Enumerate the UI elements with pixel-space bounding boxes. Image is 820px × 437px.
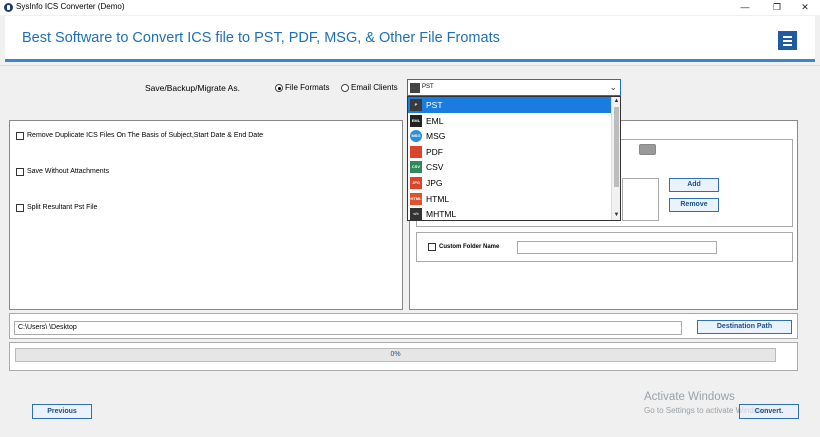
custom-folder-checkbox[interactable] — [428, 243, 436, 251]
dropdown-icon-tag: JPG — [411, 180, 420, 185]
progress-bar: 0% — [15, 348, 776, 362]
dropdown-icon-tag: </> — [413, 211, 419, 217]
split-pst-checkbox[interactable] — [16, 204, 24, 212]
dropdown-icon-tag: MSG — [411, 133, 421, 139]
scroll-down-icon[interactable]: ▼ — [612, 211, 621, 220]
pdf-icon — [410, 145, 422, 158]
scroll-up-icon[interactable]: ▲ — [612, 97, 621, 106]
dropdown-item-csv[interactable]: CSV CSV — [408, 159, 611, 175]
save-without-attachments-label[interactable]: Save Without Attachments — [27, 168, 109, 175]
dropdown-icon-tag: EML — [411, 117, 421, 123]
add-button[interactable]: Add — [669, 178, 719, 192]
eml-icon: EML — [410, 114, 422, 127]
maximize-button[interactable]: ❐ — [762, 0, 792, 15]
dropdown-item-mhtml[interactable]: </> MHTML — [408, 206, 611, 222]
jpg-icon: JPG — [410, 177, 422, 189]
save-without-attachments-checkbox[interactable] — [16, 168, 24, 176]
remove-duplicates-checkbox[interactable] — [16, 132, 24, 140]
dropdown-item-label: MSG — [426, 131, 446, 142]
dropdown-item-label: PST — [426, 100, 443, 110]
msg-icon: MSG — [410, 130, 422, 143]
dropdown-item-label: MHTML — [426, 209, 457, 220]
destination-group: C:\Users\ \Desktop Destination Path — [9, 313, 798, 339]
chevron-down-icon: ⌄ — [609, 82, 617, 92]
radio-email-clients-label[interactable]: Email Clients — [351, 83, 398, 92]
split-pst-label[interactable]: Split Resultant Pst File — [27, 204, 97, 211]
progress-group: 0% — [9, 342, 798, 371]
destination-path-button[interactable]: Destination Path — [697, 320, 792, 334]
dropdown-item-msg[interactable]: MSG MSG — [408, 128, 611, 144]
remove-button[interactable]: Remove — [669, 198, 719, 212]
format-select-value: PST — [422, 84, 434, 90]
dropdown-item-label: PDF — [426, 146, 443, 157]
close-button[interactable]: ✕ — [790, 0, 820, 15]
dropdown-item-jpg[interactable]: JPG JPG — [408, 175, 611, 191]
custom-folder-input[interactable] — [517, 241, 717, 254]
options-panel: Remove Duplicate ICS Files On The Basis … — [9, 120, 403, 310]
remove-duplicates-label[interactable]: Remove Duplicate ICS Files On The Basis … — [27, 132, 263, 139]
dropdown-item-eml[interactable]: EML EML — [408, 113, 611, 129]
minimize-button[interactable]: — — [730, 0, 760, 15]
hamburger-icon — [783, 36, 792, 38]
scroll-thumb[interactable] — [614, 107, 619, 187]
pst-icon: P — [410, 99, 422, 111]
destination-path-input[interactable]: C:\Users\ \Desktop — [14, 321, 682, 335]
radio-file-formats-label[interactable]: File Formats — [285, 83, 329, 92]
dropdown-item-html[interactable]: HTML HTML — [408, 191, 611, 207]
app-logo-icon — [4, 3, 13, 12]
window-title: SysInfo ICS Converter (Demo) — [16, 2, 125, 11]
menu-button[interactable] — [778, 31, 797, 50]
dropdown-item-pdf[interactable]: PDF — [408, 144, 611, 160]
dropdown-icon-tag: CSV — [411, 164, 421, 170]
dropdown-item-pst[interactable]: P PST — [408, 97, 611, 113]
convert-button[interactable]: Convert. — [739, 404, 799, 419]
title-bar: SysInfo ICS Converter (Demo) — ❐ ✕ — [0, 0, 820, 15]
pst-icon — [410, 83, 420, 93]
mhtml-icon: </> — [410, 208, 422, 221]
dropdown-item-label: EML — [426, 115, 444, 126]
dropdown-icon-tag: P — [414, 102, 418, 107]
dropdown-item-label: CSV — [426, 162, 444, 173]
format-select[interactable]: PST ⌄ — [407, 79, 621, 96]
header-title: Best Software to Convert ICS file to PST… — [22, 30, 500, 46]
html-icon: HTML — [410, 192, 422, 205]
csv-icon: CSV — [410, 161, 422, 174]
custom-folder-label[interactable]: Custom Folder Name — [439, 244, 499, 250]
format-dropdown-list[interactable]: P PST EML EML MSG MSG PDF CSV CSV JPG JPG HTML HTML <… — [407, 96, 621, 221]
dropdown-item-label: HTML — [426, 193, 450, 204]
radio-file-formats[interactable] — [275, 84, 283, 92]
activation-watermark-title: Activate Windows — [644, 391, 735, 403]
toggle-switch[interactable] — [639, 144, 656, 155]
previous-button[interactable]: Previous — [32, 404, 92, 419]
save-as-label: Save/Backup/Migrate As. — [145, 83, 240, 93]
dropdown-icon-tag: HTML — [410, 195, 422, 201]
dropdown-scrollbar[interactable]: ▲ ▼ — [611, 97, 620, 220]
dropdown-item-label: JPG — [426, 178, 443, 188]
radio-email-clients[interactable] — [341, 84, 349, 92]
folder-list[interactable] — [622, 178, 659, 221]
header-banner: Best Software to Convert ICS file to PST… — [5, 16, 815, 62]
progress-percent: 0% — [390, 351, 401, 358]
